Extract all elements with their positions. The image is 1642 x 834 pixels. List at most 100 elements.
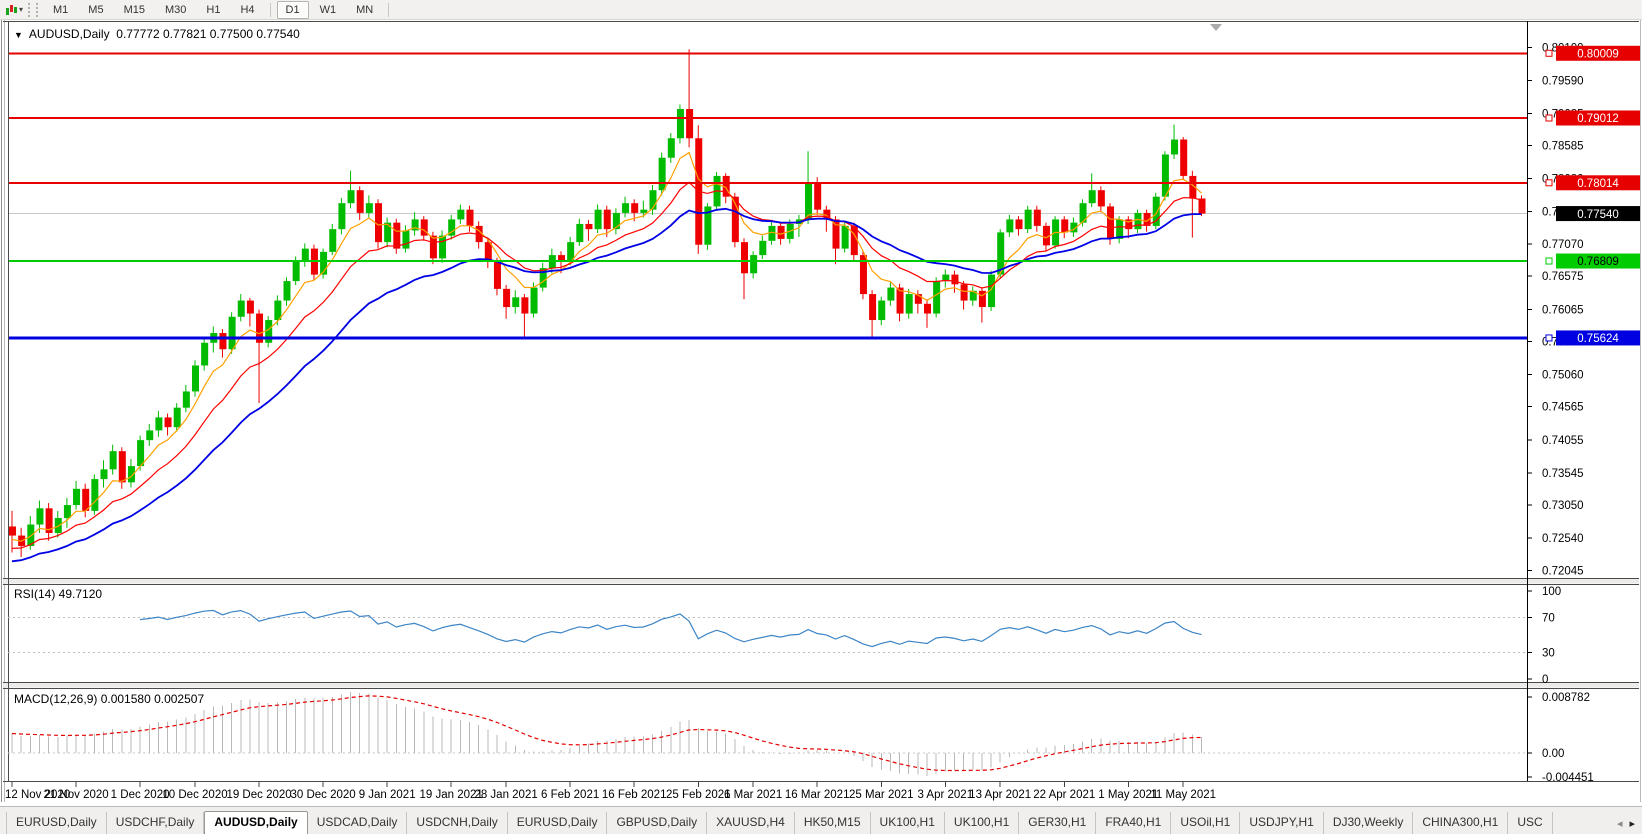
date-label: 1 May 2021 [1098,789,1158,801]
timeframe-group: M1 M5 M15 M30 H1 H4 D1 W1 MN [43,0,394,19]
candle [36,508,44,525]
candle [283,281,291,301]
candle [676,109,684,139]
svg-text:0.008782: 0.008782 [1542,692,1590,704]
timeframe-button-h4[interactable]: H4 [231,1,263,19]
svg-text:0.78014: 0.78014 [1577,178,1619,190]
chart-tab-usdchf-daily[interactable]: USDCHF,Daily [107,812,205,834]
candle [439,235,447,259]
chart-tab-usdcad-daily[interactable]: USDCAD,Daily [308,812,408,834]
candle [63,505,71,519]
candle [521,297,529,314]
svg-text:70: 70 [1542,612,1555,624]
chart-tab-eurusd-daily[interactable]: EURUSD,Daily [6,812,107,834]
date-label: 11 May 2021 [1150,789,1216,801]
chart-tab-xauusd-h4[interactable]: XAUUSD,H4 [707,812,795,834]
svg-text:0.75060: 0.75060 [1542,370,1584,382]
chart-tab-gbpusd-daily[interactable]: GBPUSD,Daily [607,812,708,834]
candle [1107,206,1114,239]
timeframe-button-m1[interactable]: M1 [44,1,77,19]
timeframe-button-mn[interactable]: MN [347,1,382,19]
chart-tab-usdjpy-h1[interactable]: USDJPY,H1 [1240,812,1324,834]
date-label: 25 Feb 2021 [666,789,731,801]
toolbar-grip[interactable] [28,2,39,17]
svg-text:0.75624: 0.75624 [1577,333,1619,345]
date-label: 19 Jan 2021 [420,789,483,801]
chart-tab-uk100-h1[interactable]: UK100,H1 [871,812,945,834]
svg-text:0.72540: 0.72540 [1542,533,1584,545]
date-label: 16 Feb 2021 [602,789,667,801]
candle [201,342,209,366]
timeframe-button-m5[interactable]: M5 [79,1,112,19]
tab-scroll-left-icon[interactable]: ◂ [1617,817,1623,830]
candle [338,203,346,230]
svg-text:0.74565: 0.74565 [1542,402,1584,414]
candle [375,203,382,243]
candle [1015,219,1023,230]
timeframe-button-w1[interactable]: W1 [311,1,346,19]
toolbar-separator [269,2,271,17]
candle [1097,190,1105,207]
candle [622,203,630,213]
svg-text:0.78585: 0.78585 [1542,141,1584,153]
candle [118,451,126,483]
svg-text:0.76065: 0.76065 [1542,304,1584,316]
chart-title-ohlc: 0.77772 0.77821 0.77500 0.77540 [116,27,300,41]
chart-tab-usoil-h1[interactable]: USOil,H1 [1171,812,1241,834]
candle [640,209,648,213]
candle [905,294,913,314]
candle [585,223,593,230]
toolbar-separator [388,2,390,17]
svg-text:30: 30 [1542,648,1555,660]
date-label: 6 Mar 2021 [724,789,782,801]
svg-text:0.76809: 0.76809 [1577,256,1619,268]
candle [164,417,172,428]
chart-tab-dj30-weekly[interactable]: DJ30,Weekly [1324,812,1414,834]
candle [365,203,373,213]
chart-window[interactable]: 0.801000.795900.790850.785850.780800.775… [0,20,1642,806]
candle [73,488,81,506]
price-chart-canvas[interactable]: 0.801000.795900.790850.785850.780800.775… [0,20,1642,806]
chart-tab-uk100-h1[interactable]: UK100,H1 [945,812,1020,834]
chart-tab-hk50-m15[interactable]: HK50,M15 [795,812,871,834]
chart-tab-ger30-h1[interactable]: GER30,H1 [1019,812,1097,834]
date-label: 30 Dec 2020 [290,789,355,801]
rsi-indicator-label: RSI(14) 49.7120 [14,587,103,601]
candle [146,430,154,441]
candle [658,157,666,191]
chart-tab-fra40-h1[interactable]: FRA40,H1 [1096,812,1172,834]
svg-text:0.74055: 0.74055 [1542,435,1584,447]
candle [182,391,190,408]
candle [246,300,254,314]
date-label: 10 Dec 2020 [162,789,227,801]
candle [576,223,584,243]
timeframe-button-d1[interactable]: D1 [276,0,309,19]
candle [9,526,16,536]
candle [1088,190,1096,204]
chart-tab-audusd-daily[interactable]: AUDUSD,Daily [204,811,308,834]
tab-scroll-right-icon[interactable]: ▸ [1629,817,1635,830]
candle [814,183,822,210]
svg-text:0.77070: 0.77070 [1542,239,1584,251]
timeframe-button-m15[interactable]: M15 [115,1,154,19]
date-label: 13 Apr 2021 [969,789,1031,801]
chart-type-dropdown-icon[interactable]: ▾ [19,5,23,14]
candle [237,300,245,317]
tab-scroll-controls: ◂ ▸ [1613,817,1642,834]
tick-chart-icon-glyph [5,4,17,15]
candle [1180,139,1188,176]
collapse-arrow-icon[interactable]: ▼ [14,30,23,40]
timeframe-button-m30[interactable]: M30 [156,1,195,19]
candle [686,109,694,139]
chart-tab-usc[interactable]: USC [1508,812,1553,834]
timeframe-button-h1[interactable]: H1 [197,1,229,19]
chart-tab-eurusd-daily[interactable]: EURUSD,Daily [508,812,608,834]
candle [805,183,813,220]
candle [951,274,959,285]
chart-tabs: EURUSD,Daily USDCHF,Daily AUDUSD,Daily USDC… [0,810,1613,834]
chart-tab-china300-h1[interactable]: CHINA300,H1 [1413,812,1509,834]
date-label: 16 Mar 2021 [785,789,850,801]
tick-chart-icon[interactable] [3,3,19,17]
chart-tab-usdcnh-daily[interactable]: USDCNH,Daily [407,812,508,834]
candle [192,365,199,392]
